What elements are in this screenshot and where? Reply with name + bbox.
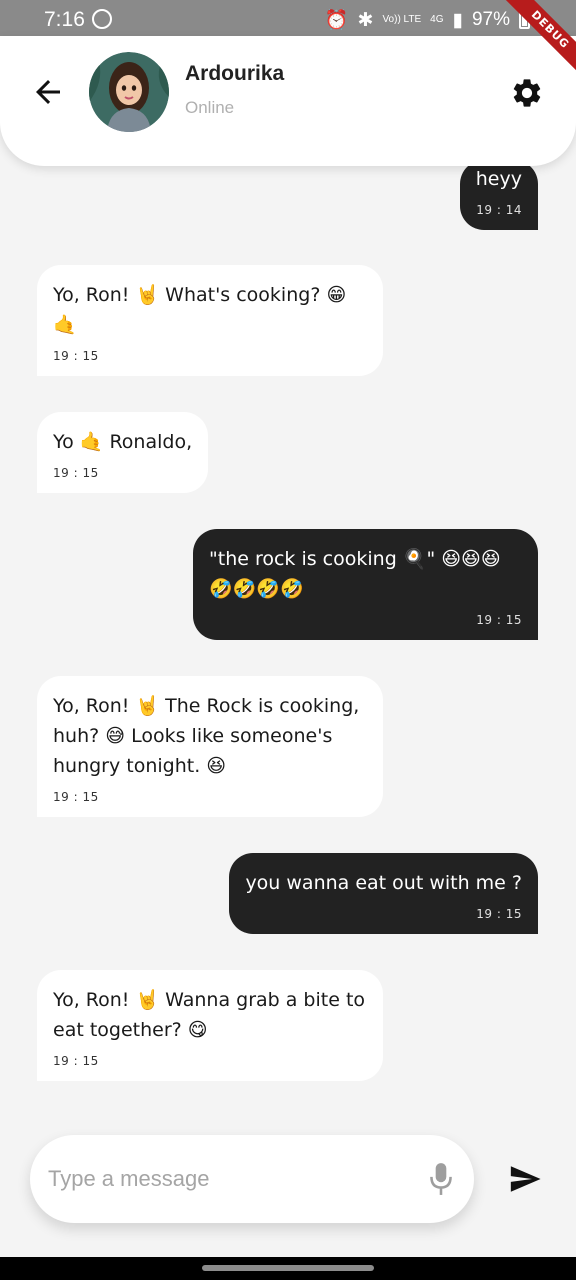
message-time: 19 : 15 xyxy=(476,613,522,627)
message-time: 19 : 15 xyxy=(53,349,99,363)
message-bubble-incoming[interactable]: Yo, Ron! 🤘 What's cooking? 😁 🤙 19 : 15 xyxy=(37,265,383,376)
message-bubble-outgoing[interactable]: "the rock is cooking 🍳" 😆😆😆 🤣🤣🤣🤣 19 : 15 xyxy=(193,529,538,640)
message-composer xyxy=(30,1135,474,1223)
home-handle[interactable] xyxy=(202,1265,374,1271)
gear-icon[interactable] xyxy=(510,76,544,110)
message-list[interactable]: heyy 19 : 14 Yo, Ron! 🤘 What's cooking? … xyxy=(0,0,576,1280)
message-bubble-incoming[interactable]: Yo 🤙 Ronaldo, 19 : 15 xyxy=(37,412,209,493)
message-time: 19 : 15 xyxy=(476,907,522,921)
message-bubble-incoming[interactable]: Yo, Ron! 🤘 Wanna grab a bite to eat toge… xyxy=(37,970,383,1081)
contact-presence: Online xyxy=(185,98,235,117)
message-text: heyy xyxy=(475,168,522,190)
message-time: 19 : 15 xyxy=(53,790,99,804)
send-icon[interactable] xyxy=(505,1162,545,1196)
message-bubble-outgoing[interactable]: you wanna eat out with me ? 19 : 15 xyxy=(229,853,538,934)
message-time: 19 : 15 xyxy=(53,466,99,480)
avatar[interactable] xyxy=(89,52,169,132)
message-bubble-outgoing[interactable]: heyy 19 : 14 xyxy=(459,160,538,230)
message-input[interactable] xyxy=(48,1157,418,1201)
mic-icon[interactable] xyxy=(428,1162,454,1196)
back-arrow-icon[interactable] xyxy=(30,74,66,110)
message-time: 19 : 15 xyxy=(53,1054,99,1068)
message-text: "the rock is cooking 🍳" 😆😆😆 🤣🤣🤣🤣 xyxy=(209,548,501,600)
contact-name: Ardourika xyxy=(185,62,285,85)
message-bubble-incoming[interactable]: Yo, Ron! 🤘 The Rock is cooking, huh? 😅 L… xyxy=(37,676,383,817)
message-text: Yo 🤙 Ronaldo, xyxy=(53,431,193,453)
message-text: Yo, Ron! 🤘 What's cooking? 😁 🤙 xyxy=(53,284,347,336)
message-text: Yo, Ron! 🤘 Wanna grab a bite to eat toge… xyxy=(53,989,366,1041)
message-time: 19 : 14 xyxy=(476,203,522,217)
chat-header: Ardourika Online xyxy=(0,36,576,166)
system-nav-bar xyxy=(0,1257,576,1280)
message-text: you wanna eat out with me ? xyxy=(245,872,522,894)
message-text: Yo, Ron! 🤘 The Rock is cooking, huh? 😅 L… xyxy=(53,695,360,777)
